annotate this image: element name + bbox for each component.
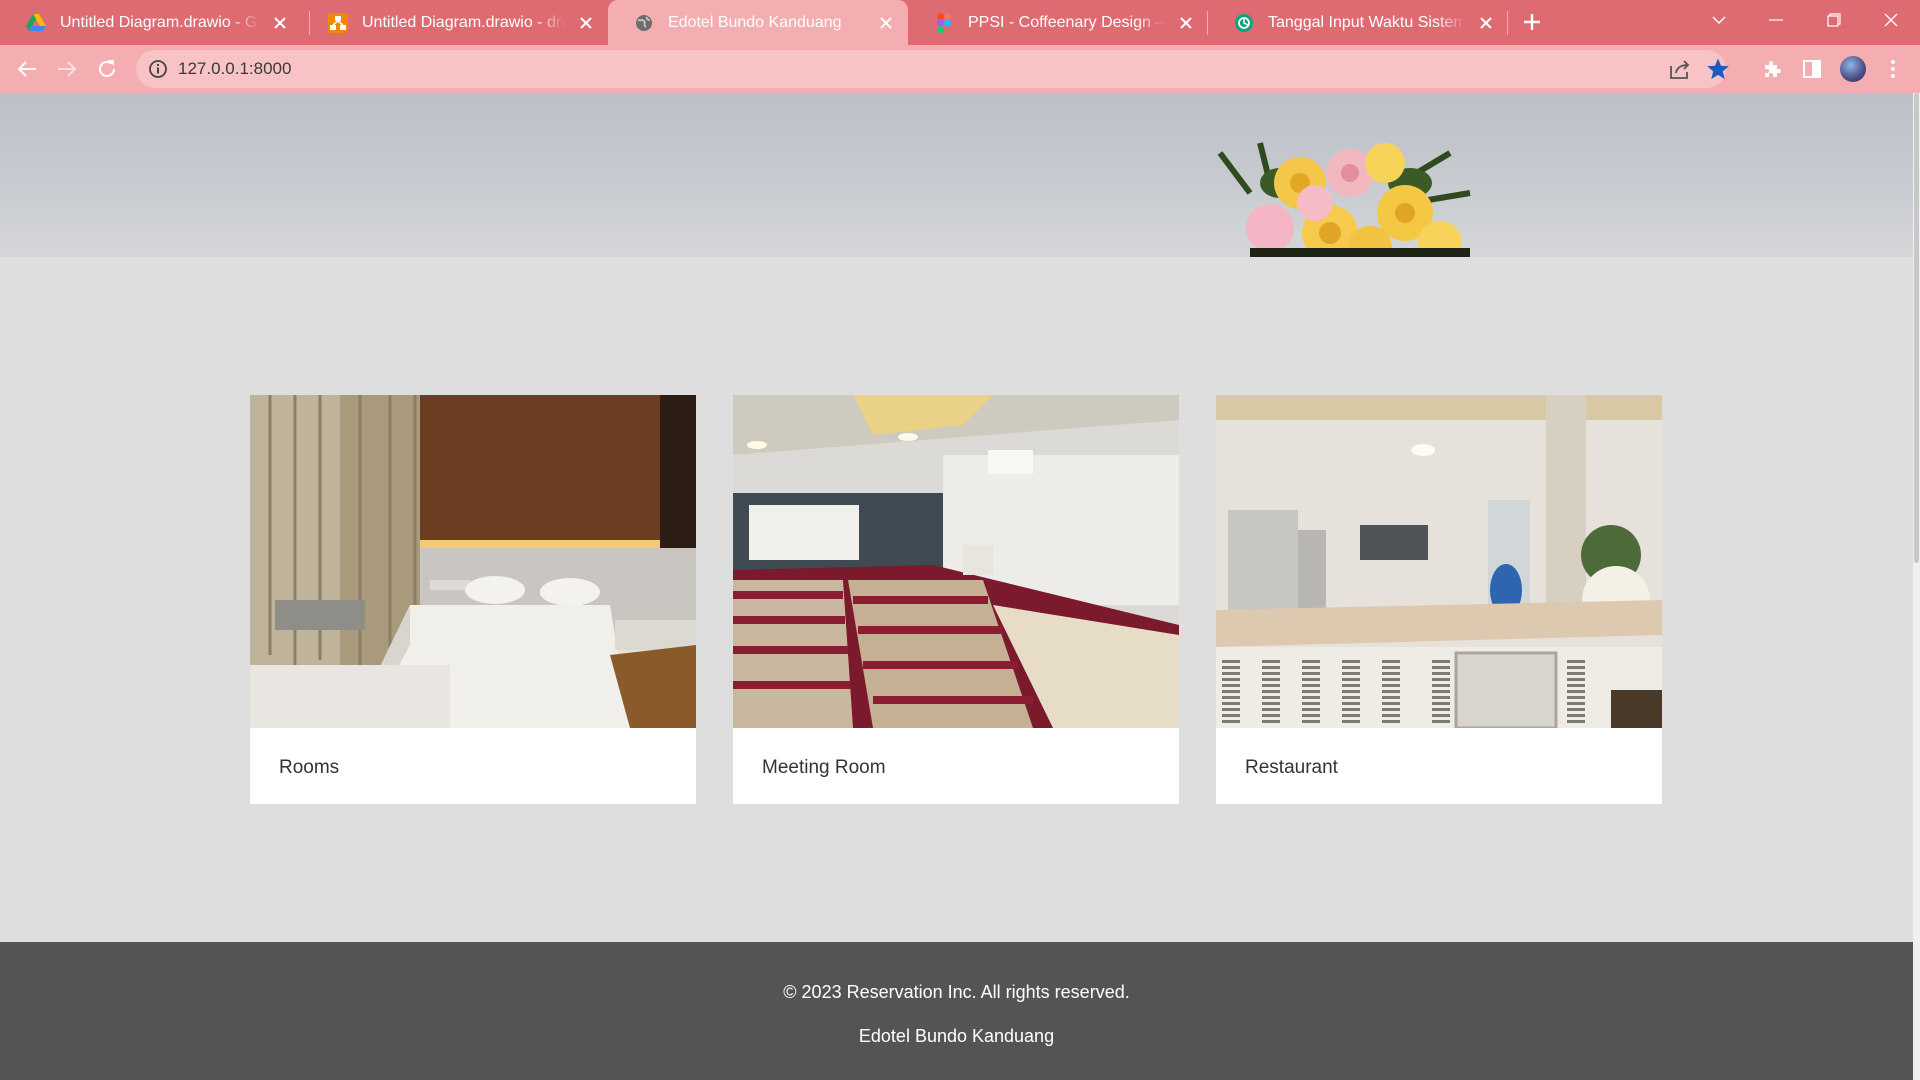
tab-figma[interactable]: PPSI - Coffeenary Design – Figma: [908, 0, 1208, 45]
close-window-button[interactable]: [1868, 0, 1914, 40]
address-bar[interactable]: 127.0.0.1:8000: [136, 50, 1729, 88]
forward-button[interactable]: [51, 53, 83, 85]
hero-banner: [0, 93, 1913, 257]
close-tab-icon[interactable]: [874, 11, 898, 35]
profile-button[interactable]: [1839, 55, 1867, 83]
close-tab-icon[interactable]: [574, 11, 598, 35]
reload-icon: [99, 60, 115, 77]
flower-bouquet-image: [1217, 142, 1471, 257]
card-label[interactable]: Rooms: [279, 757, 339, 779]
more-vertical-icon: [1891, 60, 1895, 78]
scrollbar-thumb[interactable]: [1914, 93, 1919, 563]
url-text[interactable]: 127.0.0.1:8000: [178, 59, 291, 79]
arrow-left-icon: [17, 61, 36, 77]
copyright-text: © 2023 Reservation Inc. All rights reser…: [783, 982, 1130, 1002]
card-label[interactable]: Restaurant: [1245, 757, 1338, 779]
restaurant-photo: [1216, 395, 1662, 728]
site-footer: © 2023 Reservation Inc. All rights reser…: [0, 942, 1913, 1080]
hotel-bedroom-photo: [250, 395, 696, 728]
info-icon[interactable]: [148, 59, 168, 79]
tab-title: Edotel Bundo Kanduang: [668, 13, 842, 31]
side-panel-icon: [1803, 60, 1821, 78]
tab-title: Tanggal Input Waktu Sistem: [1268, 13, 1466, 31]
card-meeting-room[interactable]: Meeting Room: [733, 395, 1179, 804]
restore-button[interactable]: [1811, 0, 1857, 40]
globe-icon: [634, 13, 654, 33]
tab-drawio[interactable]: Untitled Diagram.drawio - draw.io: [302, 0, 608, 45]
footer-brand: Edotel Bundo Kanduang: [858, 1026, 1055, 1046]
meeting-room-photo: [733, 395, 1179, 728]
tab-title: Untitled Diagram.drawio - draw.io: [362, 13, 566, 31]
share-icon[interactable]: [1668, 58, 1692, 80]
card-rooms[interactable]: Rooms: [250, 395, 696, 804]
side-panel-button[interactable]: [1798, 55, 1826, 83]
tab-strip: Untitled Diagram.drawio - Google Drive U…: [0, 0, 1920, 45]
tab-search-button[interactable]: [1696, 0, 1742, 40]
restore-icon: [1827, 13, 1841, 27]
browser-toolbar: 127.0.0.1:8000: [0, 45, 1920, 93]
minimize-icon: [1769, 19, 1783, 21]
chatgpt-icon: [1234, 13, 1254, 33]
close-tab-icon[interactable]: [268, 11, 292, 35]
tab-tanggal[interactable]: Tanggal Input Waktu Sistem: [1208, 0, 1508, 45]
tab-google-drive[interactable]: Untitled Diagram.drawio - Google Drive: [0, 0, 302, 45]
card-restaurant[interactable]: Restaurant: [1216, 395, 1662, 804]
avatar: [1840, 56, 1866, 82]
tab-title: PPSI - Coffeenary Design – Figma: [968, 13, 1166, 31]
puzzle-icon: [1765, 61, 1781, 77]
back-button[interactable]: [11, 53, 43, 85]
figma-icon: [934, 12, 954, 33]
new-tab-button[interactable]: [1518, 8, 1546, 36]
tab-edotel[interactable]: Edotel Bundo Kanduang: [608, 0, 908, 45]
extensions-button[interactable]: [1758, 55, 1786, 83]
chevron-down-icon: [1712, 16, 1726, 24]
plus-icon: [1524, 14, 1540, 30]
reload-button[interactable]: [91, 53, 123, 85]
page-viewport: Rooms Meeting Room Restaurant © 2023 Res…: [0, 93, 1920, 1080]
page-scrollbar[interactable]: [1913, 93, 1920, 1080]
close-tab-icon[interactable]: [1474, 11, 1498, 35]
arrow-right-icon: [58, 61, 77, 77]
minimize-button[interactable]: [1753, 0, 1799, 40]
bookmark-star-icon[interactable]: [1706, 57, 1730, 81]
close-icon: [1884, 13, 1898, 27]
tab-separator: [1507, 11, 1508, 35]
tab-title: Untitled Diagram.drawio - Google Drive: [60, 13, 260, 31]
menu-button[interactable]: [1879, 55, 1907, 83]
google-drive-icon: [26, 13, 46, 33]
close-tab-icon[interactable]: [1174, 11, 1198, 35]
drawio-icon: [328, 12, 348, 33]
card-label[interactable]: Meeting Room: [762, 757, 886, 779]
